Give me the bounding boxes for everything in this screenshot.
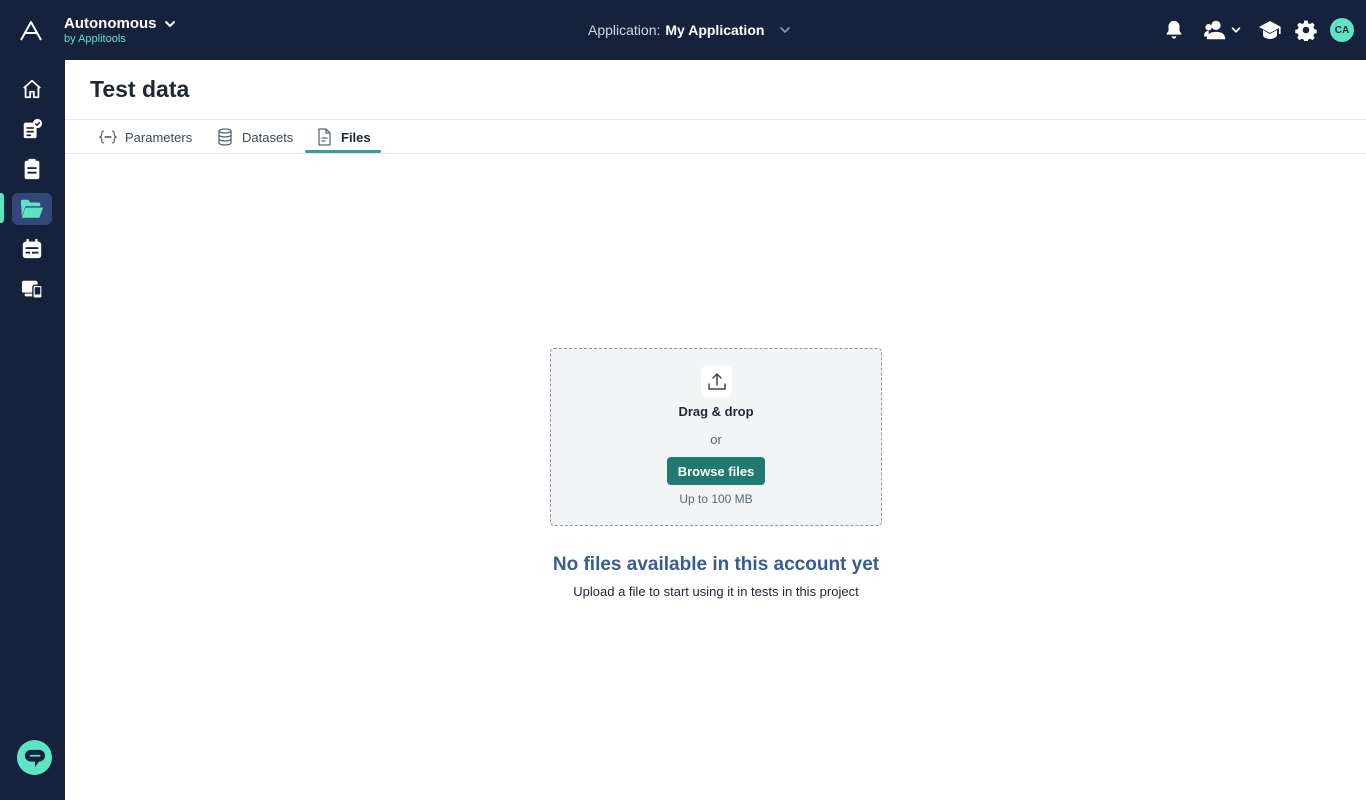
chat-icon [24,749,45,767]
notifications-button[interactable] [1161,17,1187,43]
brand-name: Autonomous [64,15,157,32]
chevron-down-icon[interactable] [163,17,177,31]
learning-button[interactable] [1257,17,1283,43]
sidebar-item-home[interactable] [12,73,52,105]
dropzone-size-limit: Up to 100 MB [679,492,753,506]
sidebar-item-schedules[interactable] [12,233,52,265]
settings-button[interactable] [1293,17,1319,43]
bell-icon [1166,20,1182,39]
dropzone-title: Drag & drop [678,404,754,419]
application-selector[interactable]: Application: My Application [588,20,792,40]
sidebar-item-tests[interactable] [12,113,52,145]
chevron-down-icon [780,27,791,33]
sidebar-item-plans[interactable] [12,153,52,185]
sidebar-active-indicator [0,193,4,223]
browse-files-button[interactable]: Browse files [667,457,765,485]
chevron-down-icon [1231,27,1241,33]
home-icon [23,79,41,99]
sidebar-item-environments[interactable] [12,273,52,305]
file-icon [315,128,333,146]
page-title: Test data [90,76,190,102]
graduation-cap-icon [1259,21,1281,39]
folder-open-icon [20,199,44,218]
chat-support-button[interactable] [17,740,52,775]
user-avatar[interactable]: CA [1330,18,1354,42]
application-label: Application: [588,22,661,38]
tab-label: Parameters [125,129,193,145]
top-bar: Autonomous by Applitools Application: My… [0,0,1366,60]
users-icon [1204,20,1226,40]
team-menu-button[interactable] [1200,17,1246,43]
file-dropzone[interactable]: Drag & drop or Browse files Up to 100 MB [550,348,882,526]
tab-datasets[interactable]: Datasets [216,120,293,154]
clipboard-icon [24,158,40,180]
tab-files[interactable]: Files [315,120,371,154]
tabs-divider [65,153,1366,154]
tab-parameters[interactable]: Parameters [99,120,192,154]
dropzone-or: or [710,432,722,447]
tab-label: Files [341,129,371,145]
devices-icon [21,280,43,299]
sidebar-item-test-data[interactable] [12,193,52,225]
test-check-icon [23,118,43,139]
upload-icon [701,366,732,397]
database-icon [216,128,234,146]
empty-state-subtitle: Upload a file to start using it in tests… [573,584,859,599]
gear-icon [1295,20,1317,41]
braces-icon [99,128,117,146]
application-value: My Application [665,22,765,38]
brand-subtitle: by Applitools [64,33,126,45]
tab-label: Datasets [242,129,294,145]
calendar-icon [22,238,42,259]
applitools-logo-icon[interactable] [19,19,43,43]
sidebar [0,60,65,800]
empty-state-title: No files available in this account yet [552,554,880,575]
brand[interactable]: Autonomous by Applitools [64,15,156,46]
